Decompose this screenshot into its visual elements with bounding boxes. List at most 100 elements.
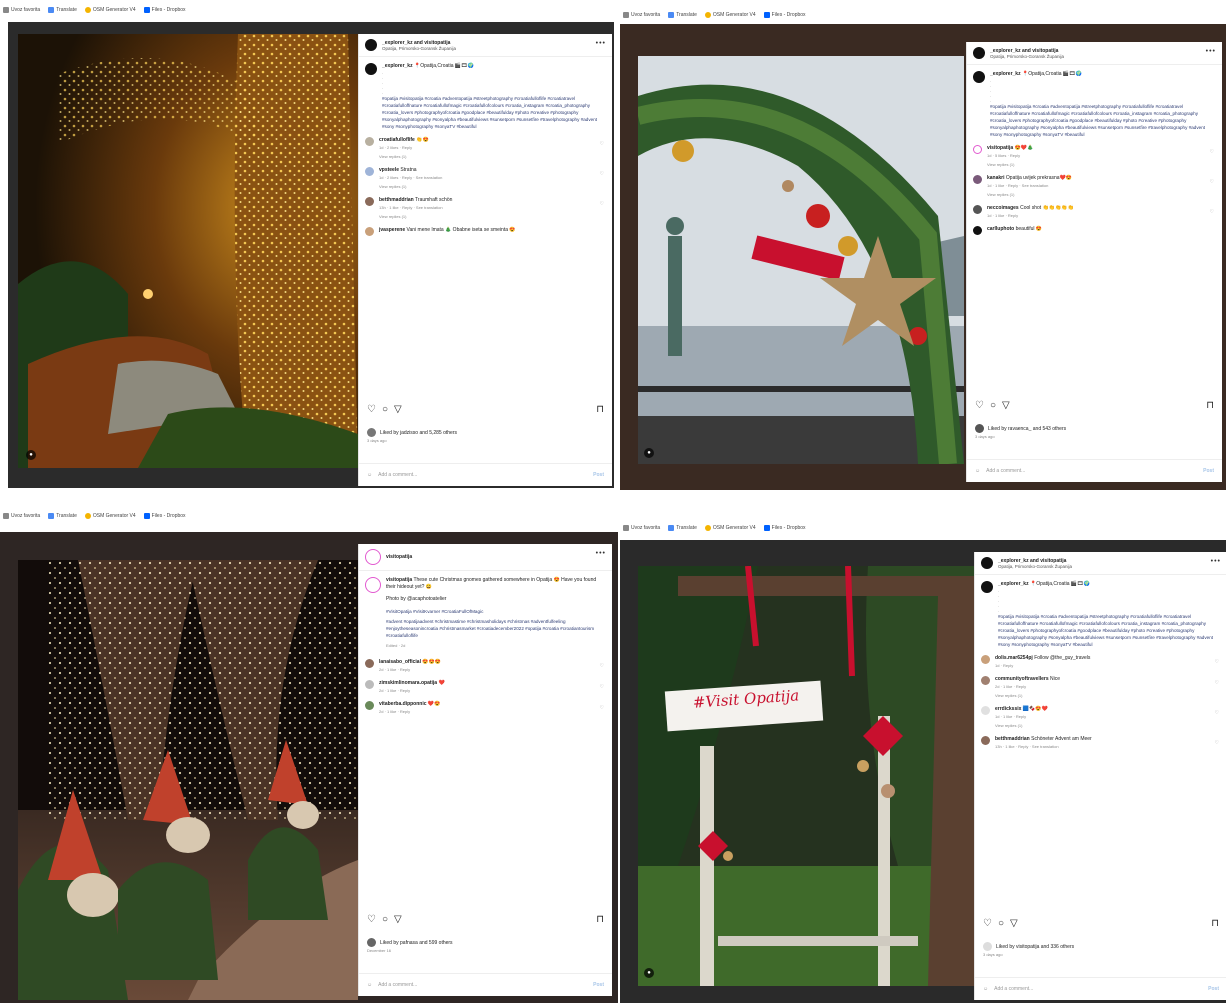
bookmark-item[interactable]: Translate — [668, 12, 697, 18]
bookmark-item[interactable]: Uvoz favorita — [3, 7, 40, 13]
more-options-icon[interactable]: ••• — [1211, 558, 1221, 565]
post-author[interactable]: _explorer_kz and visitopatija — [998, 558, 1072, 564]
bookmark-item[interactable]: Files - Dropbox — [763, 525, 806, 531]
avatar[interactable] — [365, 39, 377, 51]
avatar[interactable] — [365, 63, 377, 75]
avatar[interactable] — [365, 197, 374, 206]
emoji-icon[interactable]: ☺ — [367, 982, 372, 988]
caption-hashtags[interactable]: #opatija #visitopatija #croatia #advento… — [382, 95, 606, 130]
post-photo[interactable] — [18, 560, 358, 1000]
post-photo[interactable]: ● — [638, 56, 964, 464]
heart-icon[interactable]: ♡ — [600, 201, 604, 207]
post-button[interactable]: Post — [1208, 986, 1219, 992]
avatar[interactable] — [981, 676, 990, 685]
avatar[interactable] — [365, 680, 374, 689]
avatar[interactable] — [973, 175, 982, 184]
view-replies[interactable]: View replies (1) — [987, 192, 1072, 197]
post-location[interactable]: Opatija, Primorsko-Goransk Županija — [990, 54, 1064, 59]
caption-hashtags[interactable]: #advent #opatijaadvent #christmastime #c… — [386, 618, 606, 639]
post-button[interactable]: Post — [593, 982, 604, 988]
bookmark-item[interactable]: Uvoz favorita — [3, 513, 40, 519]
share-icon[interactable]: ▽ — [1002, 400, 1010, 411]
bookmark-item[interactable]: OSM Generator V4 — [84, 513, 136, 519]
bookmark-icon[interactable]: ⊓ — [1206, 400, 1214, 411]
likes-summary[interactable]: Liked by jadzisso and 5,285 others — [367, 428, 606, 437]
heart-icon[interactable]: ♡ — [1215, 740, 1219, 746]
avatar[interactable] — [365, 549, 381, 565]
avatar[interactable] — [981, 557, 993, 569]
add-comment-input[interactable]: Add a comment... — [378, 472, 417, 478]
bookmark-item[interactable]: OSM Generator V4 — [84, 7, 136, 13]
emoji-icon[interactable]: ☺ — [975, 468, 980, 474]
avatar[interactable] — [973, 145, 982, 154]
post-location[interactable]: Opatija, Primorsko-Goransk Županija — [382, 46, 456, 51]
heart-icon[interactable]: ♡ — [1210, 209, 1214, 215]
avatar[interactable] — [365, 577, 381, 593]
bookmark-item[interactable]: Uvoz favorita — [623, 12, 660, 18]
share-icon[interactable]: ▽ — [1010, 918, 1018, 929]
view-replies[interactable]: View replies (1) — [379, 184, 442, 189]
avatar[interactable] — [365, 227, 374, 236]
avatar[interactable] — [973, 205, 982, 214]
caption-username[interactable]: visitopatija — [386, 577, 412, 583]
bookmark-item[interactable]: OSM Generator V4 — [704, 525, 756, 531]
comment-icon[interactable]: ○ — [382, 404, 388, 415]
bookmark-item[interactable]: Translate — [48, 7, 77, 13]
post-photo[interactable]: ● — [18, 34, 358, 468]
view-replies[interactable]: View replies (1) — [995, 693, 1060, 698]
view-replies[interactable]: View replies (1) — [995, 723, 1048, 728]
comment-icon[interactable]: ○ — [990, 400, 996, 411]
avatar[interactable] — [973, 71, 985, 83]
view-replies[interactable]: View replies (1) — [987, 162, 1033, 167]
add-comment-input[interactable]: Add a comment... — [378, 982, 417, 988]
user-tag-icon[interactable]: ● — [644, 448, 654, 458]
likes-summary[interactable]: Liked by ravaenca_ and 543 others — [975, 424, 1216, 433]
avatar[interactable] — [981, 706, 990, 715]
caption-username[interactable]: _explorer_kz — [382, 63, 413, 69]
post-author[interactable]: _explorer_kz and visitopatija — [990, 48, 1064, 54]
avatar[interactable] — [981, 655, 990, 664]
avatar[interactable] — [973, 47, 985, 59]
heart-icon[interactable]: ♡ — [1215, 659, 1219, 665]
likes-summary[interactable]: Liked by pafnasa and 599 others — [367, 938, 606, 947]
comment-icon[interactable]: ○ — [382, 914, 388, 925]
heart-icon[interactable]: ♡ — [367, 404, 376, 415]
heart-icon[interactable]: ♡ — [600, 141, 604, 147]
avatar[interactable] — [365, 137, 374, 146]
bookmark-icon[interactable]: ⊓ — [596, 914, 604, 925]
post-date[interactable]: 3 days ago — [367, 438, 387, 443]
post-author[interactable]: _explorer_kz and visitopatija — [382, 40, 456, 46]
heart-icon[interactable]: ♡ — [600, 663, 604, 669]
heart-icon[interactable]: ♡ — [1210, 179, 1214, 185]
caption-hashtags[interactable]: #VisitOpatija #VisitKvarner #CroatiaFull… — [386, 608, 606, 615]
post-author[interactable]: visitopatija — [386, 554, 412, 560]
caption-username[interactable]: _explorer_kz — [998, 581, 1029, 587]
emoji-icon[interactable]: ☺ — [983, 986, 988, 992]
heart-icon[interactable]: ♡ — [367, 914, 376, 925]
heart-icon[interactable]: ♡ — [983, 918, 992, 929]
post-photo[interactable]: #Visit Opatija ● — [638, 566, 974, 986]
more-options-icon[interactable]: ••• — [596, 550, 606, 557]
bookmark-icon[interactable]: ⊓ — [1211, 918, 1219, 929]
share-icon[interactable]: ▽ — [394, 404, 402, 415]
heart-icon[interactable]: ♡ — [1210, 149, 1214, 155]
more-options-icon[interactable]: ••• — [1206, 48, 1216, 55]
avatar[interactable] — [365, 167, 374, 176]
avatar[interactable] — [973, 226, 982, 235]
avatar[interactable] — [981, 581, 993, 593]
more-options-icon[interactable]: ••• — [596, 40, 606, 47]
avatar[interactable] — [365, 659, 374, 668]
likes-summary[interactable]: Liked by visitopatija and 336 others — [983, 942, 1221, 951]
post-button[interactable]: Post — [593, 472, 604, 478]
bookmark-item[interactable]: Files - Dropbox — [763, 12, 806, 18]
bookmark-icon[interactable]: ⊓ — [596, 404, 604, 415]
heart-icon[interactable]: ♡ — [600, 171, 604, 177]
heart-icon[interactable]: ♡ — [975, 400, 984, 411]
bookmark-item[interactable]: Uvoz favorita — [623, 525, 660, 531]
emoji-icon[interactable]: ☺ — [367, 472, 372, 478]
bookmark-item[interactable]: Files - Dropbox — [143, 7, 186, 13]
post-date[interactable]: 3 days ago — [975, 434, 995, 439]
post-date[interactable]: December 16 — [367, 948, 391, 953]
post-button[interactable]: Post — [1203, 468, 1214, 474]
post-location[interactable]: Opatija, Primorsko-Goransk Županija — [998, 564, 1072, 569]
